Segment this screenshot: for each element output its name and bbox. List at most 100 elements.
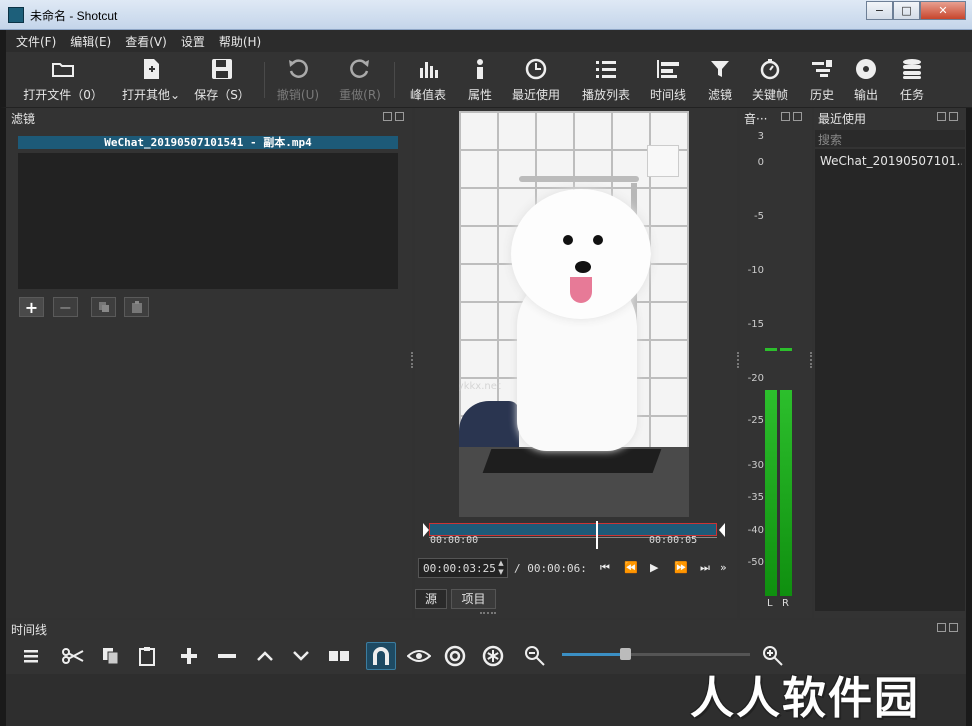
float-panel-icon[interactable] <box>937 112 946 121</box>
file-add-icon <box>141 56 161 82</box>
lift-button[interactable] <box>250 642 280 670</box>
left-level-bar <box>765 390 777 596</box>
playlist-button[interactable]: 播放列表 <box>576 56 636 103</box>
splitter-handle[interactable] <box>737 352 739 368</box>
redo-icon <box>349 56 371 82</box>
undo-icon <box>287 56 309 82</box>
left-peak-indicator <box>765 348 777 351</box>
save-button[interactable]: 保存（S） <box>192 56 252 103</box>
menu-settings[interactable]: 设置 <box>181 33 205 50</box>
minus-icon <box>218 654 236 658</box>
float-panel-icon[interactable] <box>383 112 392 121</box>
scrub-while-dragging-toggle[interactable] <box>404 642 434 670</box>
overwrite-button[interactable] <box>286 642 316 670</box>
skip-to-end-icon[interactable]: ⏭ <box>700 561 710 575</box>
recent-list <box>815 149 965 611</box>
float-panel-icon[interactable] <box>781 112 790 121</box>
zoom-slider-handle[interactable] <box>620 648 631 660</box>
ripple-all-tracks-toggle[interactable] <box>478 642 508 670</box>
menu-help[interactable]: 帮助(H) <box>219 33 261 50</box>
append-button[interactable] <box>174 642 204 670</box>
close-panel-icon[interactable] <box>949 112 958 121</box>
cut-button[interactable] <box>58 642 88 670</box>
in-point-marker[interactable] <box>423 523 429 537</box>
shotcut-app-icon <box>8 7 24 23</box>
timeline-dock-controls <box>934 623 958 632</box>
properties-button[interactable]: 属性 <box>450 56 510 103</box>
play-icon[interactable]: ▶ <box>650 561 658 574</box>
main-toolbar: 打开文件（0） 打开其他⌄ 保存（S） 撤销(U) 重做(R) 峰值表 属性 最… <box>0 52 972 108</box>
toolbar-separator <box>264 62 265 98</box>
video-preview[interactable]: www.ykkx.net <box>459 111 689 517</box>
jobs-label: 任务 <box>899 88 924 102</box>
dog-nose <box>575 261 591 273</box>
more-controls-icon[interactable]: » <box>720 561 727 574</box>
redo-button[interactable]: 重做(R) <box>330 56 390 103</box>
menu-file[interactable]: 文件(F) <box>16 33 56 50</box>
open-other-label: 打开其他⌄ <box>121 88 181 102</box>
clock-icon <box>525 56 547 82</box>
copy-button[interactable] <box>96 642 126 670</box>
dog-eye <box>593 235 603 245</box>
tab-project[interactable]: 项目 <box>451 589 496 609</box>
close-panel-icon[interactable] <box>395 112 404 121</box>
minimize-button[interactable]: − <box>866 1 893 20</box>
remove-filter-button[interactable]: − <box>53 297 78 317</box>
close-button[interactable]: ✕ <box>920 1 966 20</box>
paste-icon <box>131 300 142 313</box>
open-file-button[interactable]: 打开文件（0） <box>23 56 103 103</box>
video-watermark: www.ykkx.net <box>459 381 501 392</box>
splitter-handle[interactable] <box>810 352 812 368</box>
skip-to-start-icon[interactable]: ⏮ <box>600 561 610 575</box>
splitter-handle[interactable] <box>411 352 413 368</box>
close-panel-icon[interactable] <box>793 112 802 121</box>
snap-toggle[interactable] <box>366 642 396 670</box>
keyframes-button[interactable]: 关键帧 <box>740 56 800 103</box>
window-frame-right <box>966 30 972 726</box>
meter-scale-label: -20 <box>747 373 764 384</box>
title-bar: 未命名 - Shotcut − □ ✕ <box>0 0 972 30</box>
open-other-button[interactable]: 打开其他⌄ <box>116 56 186 103</box>
right-channel-label: R <box>782 598 789 609</box>
timeline-menu-button[interactable] <box>16 642 46 670</box>
copy-filter-button[interactable] <box>91 297 116 317</box>
rewind-icon[interactable]: ⏪ <box>624 561 638 574</box>
recent-search-input[interactable]: 搜索 <box>815 130 965 147</box>
ripple-target-icon <box>444 645 466 667</box>
fast-forward-icon[interactable]: ⏩ <box>674 561 688 574</box>
site-watermark: 人人软件园 <box>690 673 920 724</box>
timeline-button[interactable]: 时间线 <box>638 56 698 103</box>
redo-label: 重做(R) <box>339 88 381 102</box>
copy-icon <box>98 302 109 312</box>
paste-button[interactable] <box>132 642 162 670</box>
zoom-slider-fill <box>562 653 624 656</box>
playhead[interactable] <box>596 521 599 549</box>
recent-button[interactable]: 最近使用 <box>506 56 566 103</box>
playlist-label: 播放列表 <box>581 88 630 102</box>
scrub-end-time: 00:00:05 <box>649 535 698 546</box>
splitter-handle[interactable] <box>480 612 496 614</box>
recent-list-item[interactable]: WeChat_20190507101... <box>820 154 962 168</box>
menu-bar: 文件(F) 编辑(E) 查看(V) 设置 帮助(H) <box>0 30 972 52</box>
menu-edit[interactable]: 编辑(E) <box>70 33 111 50</box>
filter-list[interactable] <box>18 153 398 289</box>
jobs-button[interactable]: 任务 <box>882 56 942 103</box>
timeline-panel-title: 时间线 <box>11 623 48 637</box>
timecode-spinner[interactable]: ▲ ▼ <box>495 559 507 577</box>
out-point-marker[interactable] <box>719 523 725 537</box>
maximize-button[interactable]: □ <box>893 1 920 20</box>
undo-button[interactable]: 撤销(U) <box>268 56 328 103</box>
scrub-bar[interactable]: 00:00:00 00:00:05 <box>423 521 725 549</box>
close-panel-icon[interactable] <box>949 623 958 632</box>
float-panel-icon[interactable] <box>937 623 946 632</box>
paste-filter-button[interactable] <box>124 297 149 317</box>
tab-source[interactable]: 源 <box>415 589 447 609</box>
playlist-icon <box>595 56 617 82</box>
zoom-out-button[interactable] <box>520 642 550 670</box>
add-filter-button[interactable]: + <box>19 297 44 317</box>
split-button[interactable] <box>324 642 354 670</box>
menu-view[interactable]: 查看(V) <box>125 33 167 50</box>
peak-meter-button[interactable]: 峰值表 <box>398 56 458 103</box>
ripple-toggle[interactable] <box>440 642 470 670</box>
ripple-delete-button[interactable] <box>212 642 242 670</box>
